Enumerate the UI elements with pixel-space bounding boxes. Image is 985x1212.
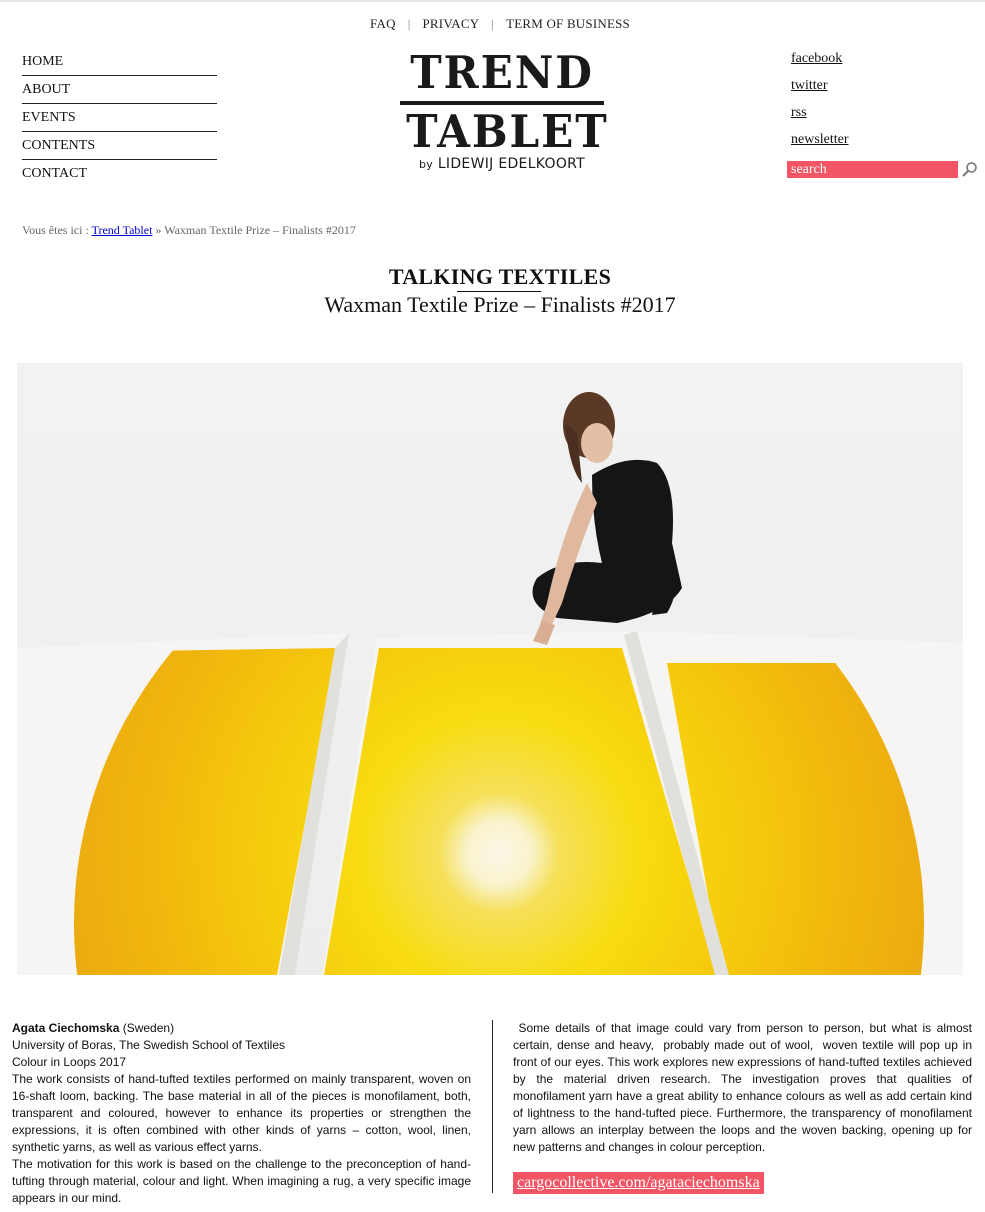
- breadcrumb-separator: »: [155, 223, 162, 237]
- breadcrumb-current: Waxman Textile Prize – Finalists #2017: [164, 223, 356, 237]
- nav-item-contents[interactable]: CONTENTS: [22, 132, 217, 160]
- school: University of Boras, The Swedish School …: [12, 1038, 286, 1052]
- page-title: Waxman Textile Prize – Finalists #2017: [324, 292, 676, 317]
- main-nav: HOME ABOUT EVENTS CONTENTS CONTACT: [22, 48, 217, 187]
- article-header: TALKING TEXTILES Waxman Textile Prize – …: [0, 264, 985, 318]
- newsletter-link[interactable]: newsletter: [791, 132, 849, 159]
- nav-item-home[interactable]: HOME: [22, 48, 217, 76]
- logo-line2: TABLET: [406, 105, 609, 158]
- paragraph: Some details of that image could vary fr…: [513, 1021, 976, 1154]
- portfolio-link[interactable]: cargocollective.com/agataciechomska: [513, 1172, 764, 1194]
- paragraph: The work consists of hand-tufted textile…: [12, 1072, 471, 1154]
- nav-item-about[interactable]: ABOUT: [22, 76, 217, 104]
- search-icon[interactable]: [962, 161, 978, 177]
- rss-link[interactable]: rss: [791, 105, 849, 132]
- work-title: Colour in Loops 2017: [12, 1055, 127, 1069]
- breadcrumb-home-link[interactable]: Trend Tablet: [92, 223, 153, 237]
- search-box: [787, 161, 977, 179]
- privacy-link[interactable]: PRIVACY: [423, 16, 480, 31]
- facebook-link[interactable]: facebook: [791, 51, 849, 78]
- top-border: [0, 0, 985, 2]
- paragraph: The motivation for this work is based on…: [12, 1157, 471, 1205]
- nav-item-events[interactable]: EVENTS: [22, 104, 217, 132]
- author-name: Agata Ciechomska: [12, 1021, 120, 1035]
- logo-line1: TREND: [410, 46, 594, 99]
- category-label: TALKING TEXTILES: [388, 264, 612, 289]
- column-divider: [492, 1020, 493, 1193]
- breadcrumb-prefix: Vous êtes ici :: [22, 223, 89, 237]
- logo-by: by: [418, 158, 434, 171]
- category-underline: [456, 291, 542, 292]
- breadcrumb: Vous êtes ici : Trend Tablet » Waxman Te…: [22, 223, 356, 238]
- site-logo[interactable]: TREND TABLET by LIDEWIJ EDELKOORT: [400, 46, 609, 172]
- separator: |: [407, 16, 411, 31]
- logo-author: LIDEWIJ EDELKOORT: [437, 156, 586, 172]
- category-link[interactable]: TALKING TEXTILES: [388, 264, 612, 292]
- separator: |: [491, 16, 495, 31]
- hero-image: [17, 363, 963, 975]
- social-links: facebook twitter rss newsletter: [791, 51, 849, 159]
- article-column-right: Some details of that image could vary fr…: [513, 1020, 972, 1156]
- author-country: (Sweden): [119, 1021, 175, 1035]
- search-input[interactable]: [787, 161, 958, 178]
- faq-link[interactable]: FAQ: [370, 16, 396, 31]
- top-links: FAQ | PRIVACY | TERM OF BUSINESS: [0, 16, 985, 32]
- terms-link[interactable]: TERM OF BUSINESS: [506, 16, 630, 31]
- twitter-link[interactable]: twitter: [791, 78, 849, 105]
- logo-byline: by LIDEWIJ EDELKOORT: [400, 156, 604, 172]
- author-line: Agata Ciechomska (Sweden): [12, 1020, 471, 1037]
- nav-item-contact[interactable]: CONTACT: [22, 160, 217, 187]
- article-column-left: Agata Ciechomska (Sweden) University of …: [12, 1020, 471, 1207]
